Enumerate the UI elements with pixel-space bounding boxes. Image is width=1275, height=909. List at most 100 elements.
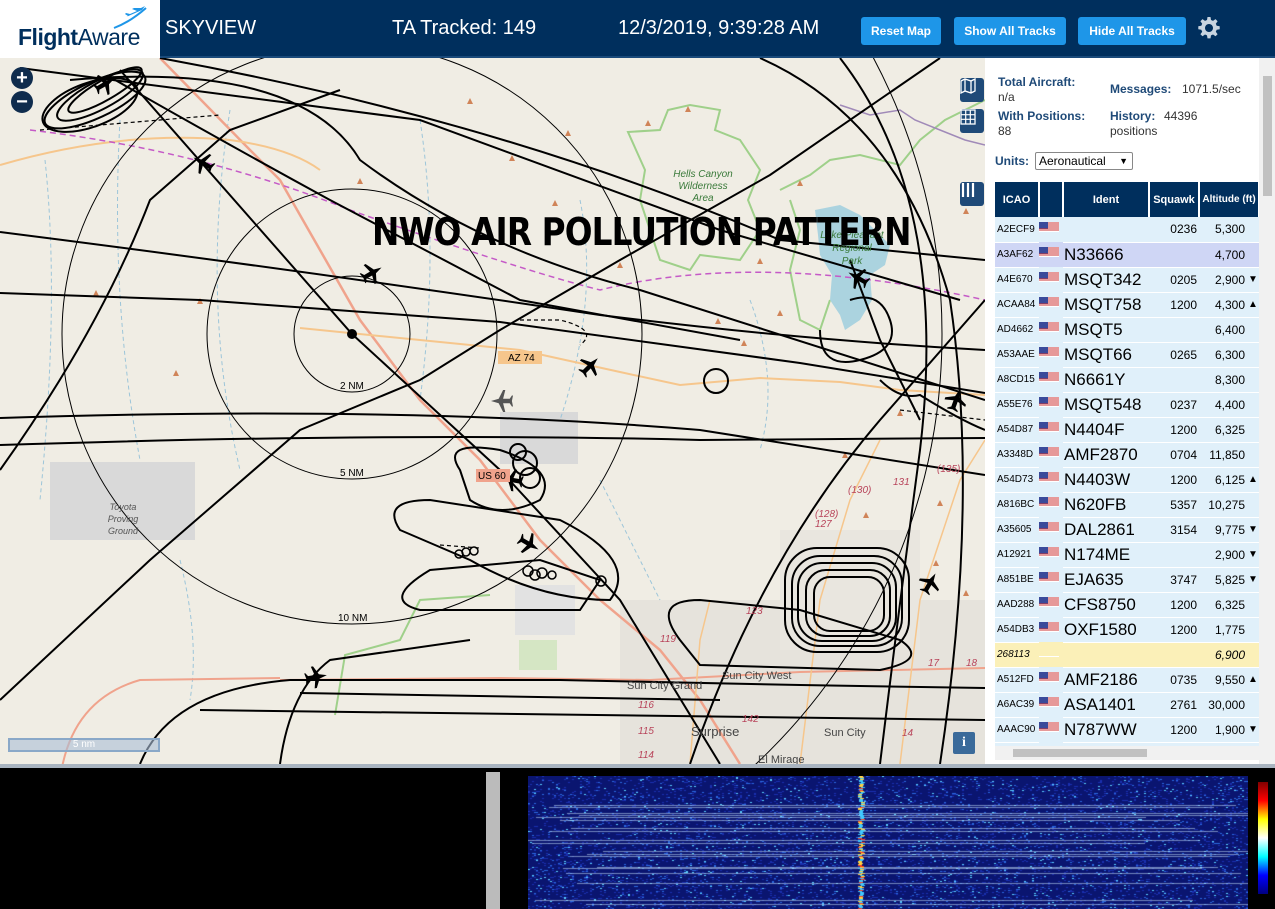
aircraft-table-container[interactable]: ICAO Ident Squawk Altitude (ft) A2ECF9 02… xyxy=(995,182,1259,746)
cell-altitude: 6,900 xyxy=(1199,642,1247,668)
cell-squawk: 0237 xyxy=(1149,392,1199,418)
map-layers-button[interactable] xyxy=(960,78,984,102)
col-flag[interactable] xyxy=(1039,182,1064,217)
map-svg[interactable]: 2 NM 5 NM 10 NM Hells Canyon Wilderness … xyxy=(0,58,985,764)
altitude-trend-icon xyxy=(1247,342,1259,368)
label-ground: Ground xyxy=(108,526,139,536)
table-row[interactable]: 268113 6,900 xyxy=(995,642,1259,668)
table-row[interactable]: A12921 N174ME 2,900 ▼ xyxy=(995,542,1259,568)
cell-altitude: 1,775 xyxy=(1199,617,1247,643)
cell-altitude: 6,300 xyxy=(1199,342,1247,368)
cell-ident: N4403W xyxy=(1063,467,1149,493)
cell-squawk: 1200 xyxy=(1149,592,1199,618)
cell-icao: A6AC39 xyxy=(995,692,1039,718)
scale-bar: 5 nm xyxy=(8,738,160,752)
table-row[interactable]: A54DB3 OXF1580 1200 1,775 xyxy=(995,617,1259,643)
table-row[interactable]: A53AAE MSQT66 0265 6,300 xyxy=(995,342,1259,368)
cell-icao: A12921 xyxy=(995,542,1039,568)
table-row[interactable]: A851BE EJA635 3747 5,825 ▼ xyxy=(995,567,1259,593)
table-row[interactable]: A816BC N620FB 5357 10,275 xyxy=(995,492,1259,518)
cell-altitude: 4,400 xyxy=(1199,392,1247,418)
cell-ident: N4404F xyxy=(1063,417,1149,443)
cell-icao: AAAC90 xyxy=(995,717,1039,743)
label-sun-city-grand: Sun City Grand xyxy=(627,680,702,692)
map-icon xyxy=(960,78,976,94)
cell-ident: N33666 xyxy=(1063,242,1149,268)
altitude-trend-icon: ▲ xyxy=(1247,292,1259,318)
map-canvas[interactable]: 2 NM 5 NM 10 NM Hells Canyon Wilderness … xyxy=(0,58,985,764)
table-row[interactable]: A8CD15 N6661Y 8,300 xyxy=(995,367,1259,393)
units-dropdown[interactable]: Aeronautical ▼ xyxy=(1035,152,1133,170)
cell-ident xyxy=(1063,642,1149,668)
reset-map-button[interactable]: Reset Map xyxy=(861,17,941,45)
columns-button[interactable] xyxy=(960,182,984,206)
route-label: 114 xyxy=(638,750,654,761)
table-row[interactable]: A35605 DAL2861 3154 9,775 ▼ xyxy=(995,517,1259,543)
table-row[interactable]: A55E76 MSQT548 0237 4,400 xyxy=(995,392,1259,418)
cell-altitude: 6,125 xyxy=(1199,467,1247,493)
cell-altitude: 1,900 xyxy=(1199,717,1247,743)
cell-icao: A35605 xyxy=(995,517,1039,543)
flag-icon xyxy=(1039,520,1059,532)
table-row[interactable]: A6AC39 ASA1401 2761 30,000 xyxy=(995,692,1259,718)
flag-icon xyxy=(1039,220,1059,232)
range-label-5nm: 5 NM xyxy=(340,468,364,479)
col-squawk[interactable]: Squawk xyxy=(1149,182,1200,217)
label-wilderness: Wilderness xyxy=(678,181,727,192)
table-row[interactable]: A2ECF9 0236 5,300 xyxy=(995,217,1259,243)
table-row[interactable]: A4E670 MSQT342 0205 2,900 ▼ xyxy=(995,267,1259,293)
logo-text-bold: Flight xyxy=(18,24,78,50)
cell-ident: N787WW xyxy=(1063,717,1149,743)
sidebar-vertical-scrollbar[interactable] xyxy=(1259,58,1275,764)
zoom-in-button[interactable]: + xyxy=(11,67,33,89)
cell-ident: AMF2870 xyxy=(1063,442,1149,468)
col-altitude[interactable]: Altitude (ft) xyxy=(1199,182,1259,217)
cell-ident: DAL2861 xyxy=(1063,517,1149,543)
table-row[interactable]: AAAC90 N787WW 1200 1,900 ▼ xyxy=(995,717,1259,743)
header-bar: FlightAware SKYVIEW TA Tracked: 149 12/3… xyxy=(0,0,1275,58)
cell-altitude: 6,325 xyxy=(1199,417,1247,443)
cell-icao: A851BE xyxy=(995,567,1039,593)
scrollbar-thumb[interactable] xyxy=(1013,749,1147,757)
grid-button[interactable] xyxy=(960,109,984,133)
table-header-row: ICAO Ident Squawk Altitude (ft) xyxy=(995,182,1259,217)
cell-altitude: 10,275 xyxy=(1199,492,1247,518)
col-ident[interactable]: Ident xyxy=(1063,182,1150,217)
hide-all-tracks-button[interactable]: Hide All Tracks xyxy=(1078,17,1186,45)
messages-value: 1071.5/sec xyxy=(1182,82,1241,96)
table-row[interactable]: A54D73 N4403W 1200 6,125 ▲ xyxy=(995,467,1259,493)
cell-squawk: 0265 xyxy=(1149,342,1199,368)
cell-ident: AMF2186 xyxy=(1063,667,1149,693)
cell-squawk: 2761 xyxy=(1149,692,1199,718)
show-all-tracks-button[interactable]: Show All Tracks xyxy=(954,17,1066,45)
route-label: 131 xyxy=(893,477,910,488)
table-horizontal-scrollbar[interactable] xyxy=(995,746,1259,760)
scrollbar-thumb[interactable] xyxy=(1263,76,1272,196)
zoom-out-button[interactable]: − xyxy=(11,91,33,113)
gear-icon[interactable] xyxy=(1197,16,1221,40)
panel-divider[interactable] xyxy=(486,772,500,909)
altitude-trend-icon: ▲ xyxy=(1247,667,1259,693)
label-sun-city: Sun City xyxy=(824,727,866,739)
table-row[interactable]: A512FD AMF2186 0735 9,550 ▲ xyxy=(995,667,1259,693)
cell-icao: A55E76 xyxy=(995,392,1039,418)
cell-altitude: 11,850 xyxy=(1199,442,1247,468)
table-row[interactable]: AAD288 CFS8750 1200 6,325 xyxy=(995,592,1259,618)
table-row[interactable]: A3AF62 N33666 4,700 xyxy=(995,242,1259,268)
info-button[interactable]: i xyxy=(953,732,975,754)
messages-label: Messages: xyxy=(1110,82,1172,96)
table-row[interactable]: AD4662 MSQT5 6,400 xyxy=(995,317,1259,343)
units-label: Units: xyxy=(995,154,1029,168)
route-label: 14 xyxy=(902,728,914,739)
table-row[interactable]: ACAA84 MSQT758 1200 4,300 ▲ xyxy=(995,292,1259,318)
flag-icon xyxy=(1039,695,1059,707)
table-row[interactable]: A3348D AMF2870 0704 11,850 xyxy=(995,442,1259,468)
table-row[interactable]: A54D87 N4404F 1200 6,325 xyxy=(995,417,1259,443)
route-label: 119 xyxy=(660,634,676,645)
positions-label: With Positions: xyxy=(998,109,1086,123)
col-icao[interactable]: ICAO xyxy=(995,182,1040,217)
flightaware-logo[interactable]: FlightAware xyxy=(0,0,160,58)
cell-ident: N174ME xyxy=(1063,542,1149,568)
cell-ident: EJA635 xyxy=(1063,567,1149,593)
grid-icon xyxy=(960,109,976,125)
